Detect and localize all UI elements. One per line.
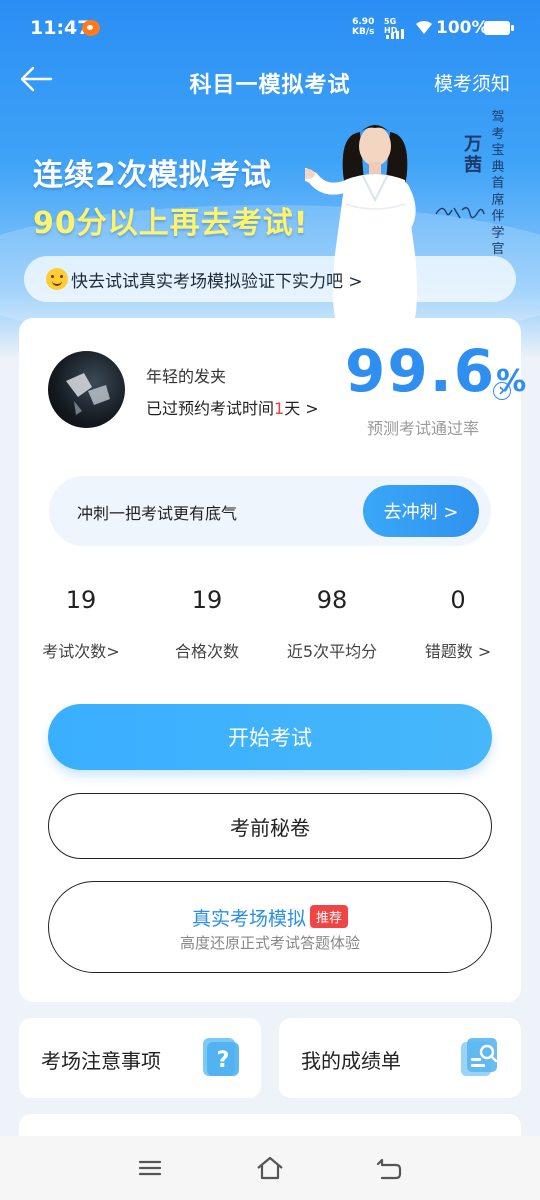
real-sim-subtitle: 高度还原正式考试答题体验	[179, 934, 360, 952]
tip-text: 快去试试真实考场模拟验证下实力吧 >	[71, 271, 363, 292]
stat-average-score: 98 近5次平均分	[286, 586, 378, 661]
svg-text:?: ?	[217, 1048, 230, 1073]
signature-icon	[435, 207, 485, 219]
network-speed: 6.90 KB/s	[352, 17, 375, 37]
question-doc-icon: ?	[203, 1038, 239, 1076]
exam-notice-link[interactable]: 模考须知	[434, 69, 510, 96]
wifi-icon	[416, 20, 432, 34]
stat-wrong-questions[interactable]: 0 错题数 >	[403, 586, 513, 662]
appointment-status[interactable]: 已过预约考试时间1天 >	[146, 395, 319, 419]
return-arrow-icon	[376, 1158, 402, 1180]
start-exam-button[interactable]: 开始考试	[48, 704, 492, 770]
my-scores-tile[interactable]: 我的成绩单	[279, 1018, 521, 1098]
status-bar: 11:47 6.90 KB/s 5G HD 100%	[0, 0, 540, 58]
real-exam-simulation-button[interactable]: 真实考场模拟 推荐 高度还原正式考试答题体验	[48, 881, 492, 973]
secret-paper-button[interactable]: 考前秘卷	[48, 793, 492, 859]
sprint-banner: 冲刺一把考试更有底气 去冲刺 >	[49, 476, 491, 546]
smile-emoji-icon	[46, 268, 68, 290]
stat-pass-count: 19 合格次数	[174, 586, 239, 661]
username: 年轻的发夹	[146, 367, 227, 386]
weibo-notification-icon	[82, 20, 100, 36]
stat-exam-count[interactable]: 19 考试次数>	[26, 586, 136, 662]
system-navigation-bar	[0, 1136, 540, 1200]
banner-headline: 连续2次模拟考试	[33, 158, 272, 193]
spokesperson-name: 万茜	[464, 134, 482, 176]
battery-icon	[484, 21, 514, 35]
avatar[interactable]	[48, 351, 125, 428]
exam-notes-tile[interactable]: 考场注意事项 ?	[19, 1018, 261, 1098]
sprint-text: 冲刺一把考试更有底气	[77, 504, 238, 523]
sprint-button[interactable]: 去冲刺 >	[363, 485, 479, 537]
banner-subheadline: 90分以上再去考试!	[33, 206, 309, 241]
search-doc-icon	[461, 1038, 498, 1076]
spokesperson-title: 驾考宝典首席伴学官	[491, 110, 505, 257]
real-exam-tip-banner[interactable]: 快去试试真实考场模拟验证下实力吧 >	[24, 256, 516, 302]
avatar-image	[66, 373, 110, 415]
overdue-days: 1	[274, 399, 285, 418]
exam-summary-card: 年轻的发夹 已过预约考试时间1天 > 99.6% 预测考试通过率 冲刺一把考试更…	[19, 318, 526, 1002]
signal-icon: 5G HD	[384, 17, 410, 39]
menu-button[interactable]	[136, 1154, 166, 1182]
home-icon	[257, 1156, 283, 1180]
pass-rate-detail-button[interactable]	[493, 382, 511, 400]
recommend-badge: 推荐	[310, 905, 349, 928]
home-button[interactable]	[255, 1154, 285, 1182]
menu-icon	[138, 1160, 162, 1176]
pass-rate-label: 预测考试通过率	[367, 419, 480, 438]
system-back-button[interactable]	[374, 1154, 404, 1182]
real-sim-title: 真实考场模拟	[191, 908, 306, 930]
battery-percent: 100%	[436, 18, 489, 38]
chevron-right-icon	[499, 386, 505, 395]
